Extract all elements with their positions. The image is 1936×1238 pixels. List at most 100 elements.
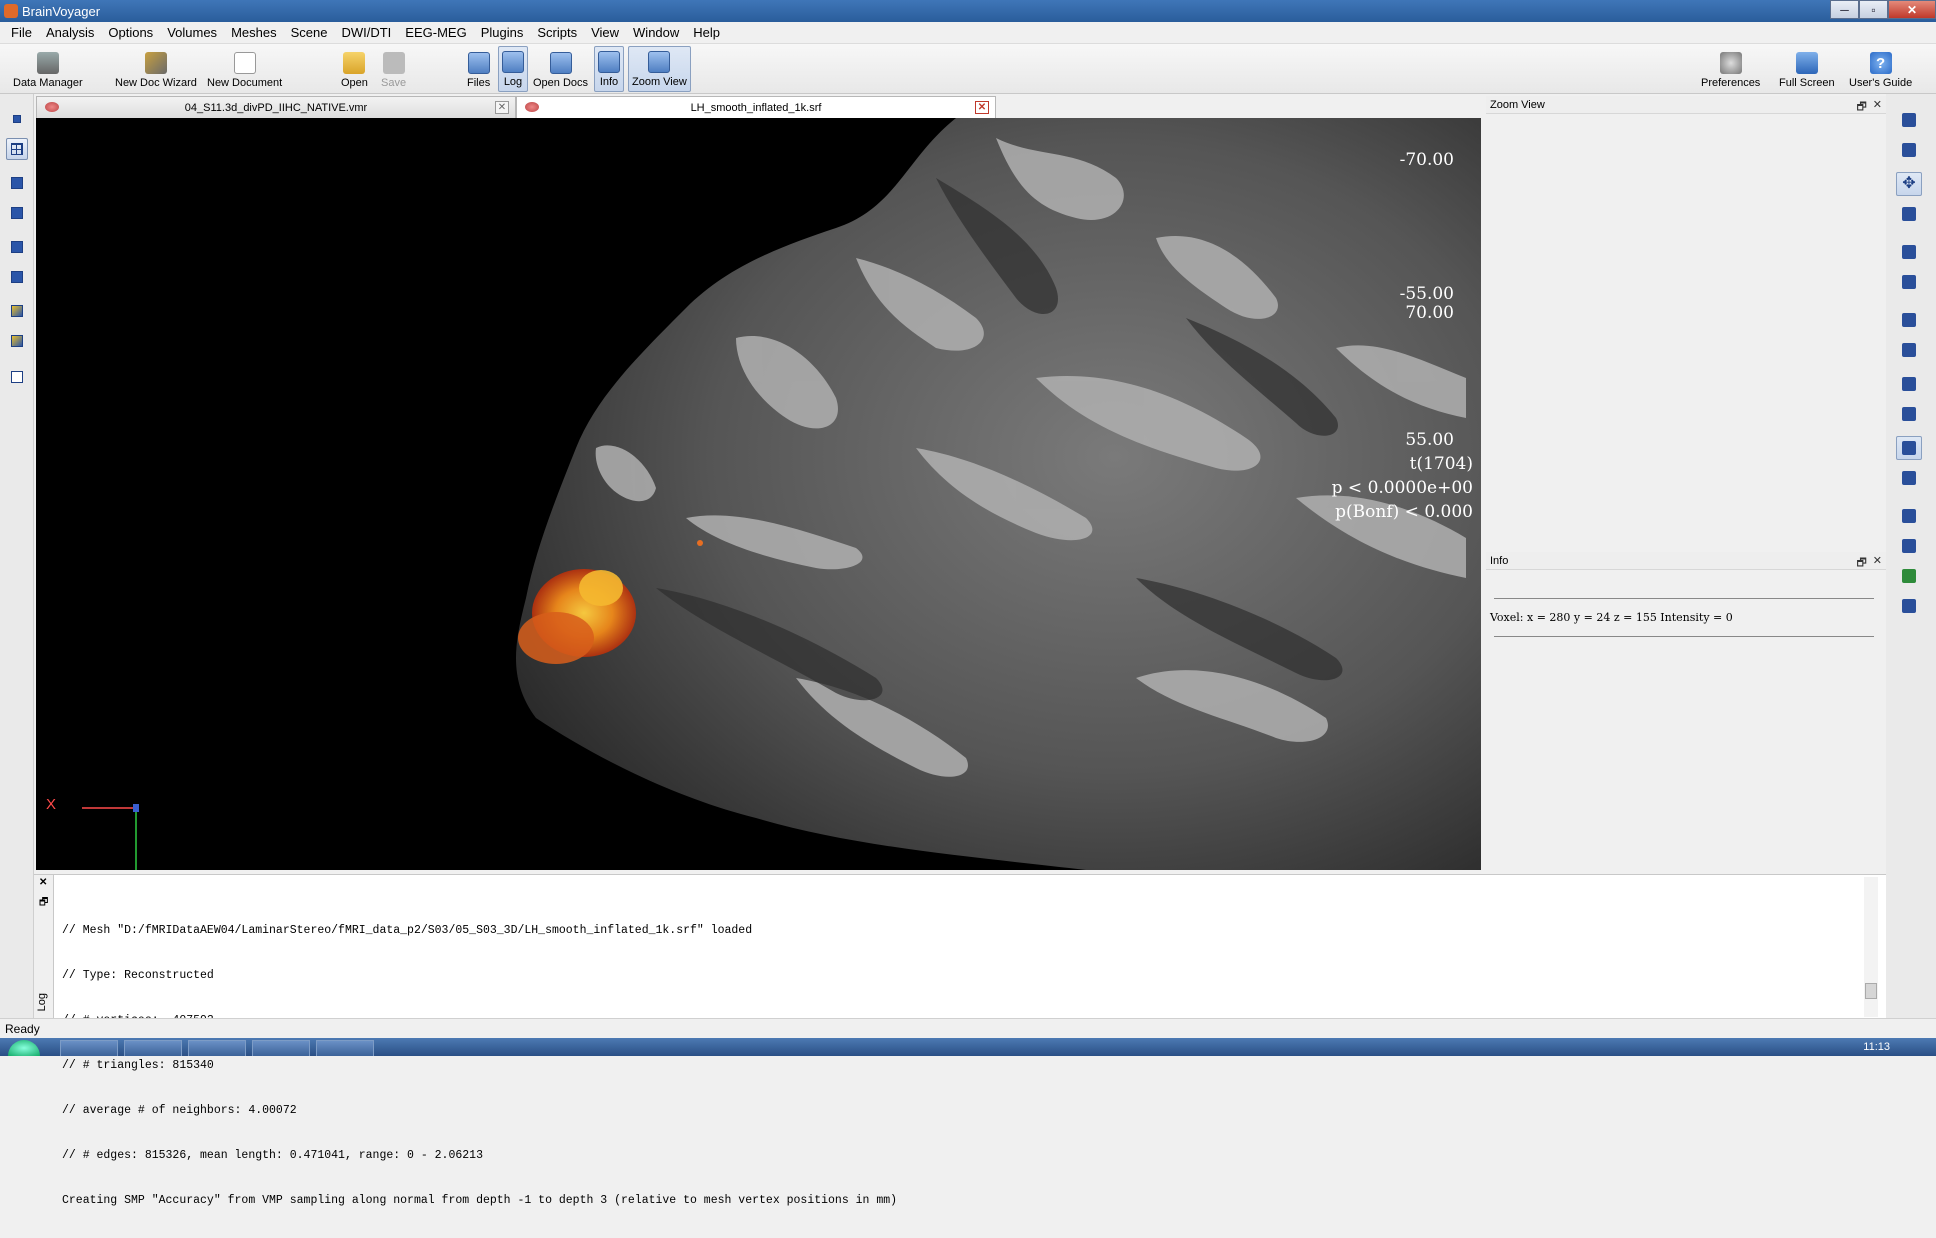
color-map-icon[interactable] (6, 300, 28, 322)
close-tab-icon[interactable]: ✕ (975, 101, 989, 114)
menu-meshes[interactable]: Meshes (224, 25, 284, 40)
brain-2-icon[interactable] (1896, 534, 1922, 558)
zoom-view-button[interactable]: Zoom View (628, 46, 691, 92)
menu-window[interactable]: Window (626, 25, 686, 40)
wand-icon (144, 52, 167, 74)
menu-plugins[interactable]: Plugins (474, 25, 531, 40)
maximize-icon[interactable]: ▫ (1859, 0, 1888, 19)
head-icon[interactable] (1896, 108, 1922, 132)
new-document-button[interactable]: New Document (204, 46, 285, 92)
rotate-icon[interactable] (1896, 138, 1922, 162)
link-icon[interactable] (1896, 594, 1922, 618)
mesh-viewport[interactable]: X -70.00 -55.00 70.00 55.00 t(1704) p < … (36, 118, 1481, 870)
menu-view[interactable]: View (584, 25, 626, 40)
close-icon[interactable]: ✕ (1873, 554, 1882, 573)
menu-options[interactable]: Options (101, 25, 160, 40)
log-line: // # edges: 815326, mean length: 0.47104… (62, 1149, 483, 1162)
zoom-view-titlebar: Zoom View 🗗 ✕ (1486, 96, 1886, 114)
move-icon[interactable]: ✥ (1896, 172, 1922, 196)
minimize-icon[interactable]: ─ (1830, 0, 1859, 19)
box-icon[interactable] (1896, 308, 1922, 332)
info-panel: Info 🗗 ✕ Voxel: x = 280 y = 24 z = 155 In… (1486, 552, 1886, 870)
dots-icon[interactable] (6, 366, 28, 388)
grid-4-icon[interactable] (6, 236, 28, 258)
brain-icon[interactable] (1896, 504, 1922, 528)
menu-analysis[interactable]: Analysis (39, 25, 101, 40)
taskbar-explorer[interactable] (60, 1040, 118, 1056)
brain-doc-icon (525, 102, 539, 112)
float-log-icon[interactable]: 🗗 (39, 895, 48, 912)
slice-icon[interactable] (1896, 240, 1922, 264)
menu-bar: File Analysis Options Volumes Meshes Sce… (0, 22, 1936, 44)
voxel-info: Voxel: x = 280 y = 24 z = 155 Intensity … (1490, 611, 1733, 624)
plane-icon[interactable] (1896, 270, 1922, 294)
menu-help[interactable]: Help (686, 25, 727, 40)
view-3d-icon[interactable] (6, 108, 28, 130)
open-docs-button[interactable]: Open Docs (530, 46, 591, 92)
taskbar-vlc[interactable] (124, 1040, 182, 1056)
users-guide-button[interactable]: ? User's Guide (1846, 46, 1915, 92)
menu-eeg-meg[interactable]: EEG-MEG (398, 25, 473, 40)
info-content: Voxel: x = 280 y = 24 z = 155 Intensity … (1486, 570, 1886, 645)
zoom-view-panel: Zoom View 🗗 ✕ (1486, 96, 1886, 552)
grid-5-icon[interactable] (6, 266, 28, 288)
tab-vmr[interactable]: 04_S11.3d_divPD_IIHC_NATIVE.vmr ✕ (36, 96, 516, 118)
mesh-2-icon[interactable] (1896, 466, 1922, 490)
close-tab-icon[interactable]: ✕ (495, 101, 509, 114)
taskbar-app[interactable] (188, 1040, 246, 1056)
os-taskbar: 11:13 (0, 1038, 1936, 1056)
log-sidebar: ✕ 🗗 Log (34, 875, 54, 1019)
axis-label-x: X (46, 796, 57, 813)
info-button[interactable]: Info (594, 46, 624, 92)
menu-file[interactable]: File (4, 25, 39, 40)
open-button[interactable]: Open (338, 46, 371, 92)
p-value-label: p < 0.0000e+00 (1331, 478, 1473, 498)
preferences-button[interactable]: Preferences (1698, 46, 1763, 92)
menu-dwi-dti[interactable]: DWI/DTI (334, 25, 398, 40)
window-title: BrainVoyager (22, 3, 101, 19)
open-docs-icon (549, 52, 572, 74)
database-icon (36, 52, 59, 74)
box-2-icon[interactable] (1896, 338, 1922, 362)
clock: 11:13 (1863, 1041, 1890, 1053)
float-icon[interactable]: 🗗 (1856, 554, 1866, 573)
tab-srf[interactable]: LH_smooth_inflated_1k.srf ✕ (516, 96, 996, 118)
scroll-thumb[interactable] (1865, 983, 1877, 999)
files-button[interactable]: Files (464, 46, 493, 92)
close-icon[interactable]: ✕ (1873, 98, 1882, 117)
new-doc-wizard-button[interactable]: New Doc Wizard (112, 46, 200, 92)
brain-3-icon[interactable] (1896, 564, 1922, 588)
log-line: // # triangles: 815340 (62, 1059, 214, 1072)
grid-2-icon[interactable] (6, 172, 28, 194)
save-icon (382, 52, 405, 74)
app-icon (4, 4, 18, 18)
menu-volumes[interactable]: Volumes (160, 25, 224, 40)
float-icon[interactable]: 🗗 (1856, 98, 1866, 117)
menu-scripts[interactable]: Scripts (530, 25, 584, 40)
document-tabs: 04_S11.3d_divPD_IIHC_NATIVE.vmr ✕ LH_smo… (36, 96, 996, 118)
close-icon[interactable]: ✕ (1888, 0, 1936, 19)
scale-icon[interactable] (1896, 202, 1922, 226)
mesh-icon[interactable] (1896, 436, 1922, 460)
camera-icon[interactable] (1896, 402, 1922, 426)
start-button[interactable] (8, 1040, 40, 1056)
log-output[interactable]: // Mesh "D:/fMRIDataAEW04/LaminarStereo/… (62, 893, 897, 1238)
grid-1-icon[interactable] (6, 138, 28, 160)
log-button[interactable]: Log (498, 46, 528, 92)
data-manager-button[interactable]: Data Manager (10, 46, 86, 92)
grid-3-icon[interactable] (6, 202, 28, 224)
taskbar-brainvoyager[interactable] (316, 1040, 374, 1056)
zoom-view-icon (648, 51, 671, 73)
light-icon[interactable] (1896, 372, 1922, 396)
full-screen-button[interactable]: Full Screen (1776, 46, 1838, 92)
save-button[interactable]: Save (378, 46, 409, 92)
title-bar: BrainVoyager ─ ▫ ✕ (0, 0, 1936, 22)
color-map-2-icon[interactable] (6, 330, 28, 352)
log-line: // Mesh "D:/fMRIDataAEW04/LaminarStereo/… (62, 924, 753, 937)
close-log-icon[interactable]: ✕ (39, 877, 47, 888)
menu-scene[interactable]: Scene (284, 25, 335, 40)
new-document-icon (233, 52, 256, 74)
left-toolbar (0, 94, 34, 1024)
log-scrollbar[interactable] (1864, 877, 1878, 1017)
taskbar-excel[interactable] (252, 1040, 310, 1056)
